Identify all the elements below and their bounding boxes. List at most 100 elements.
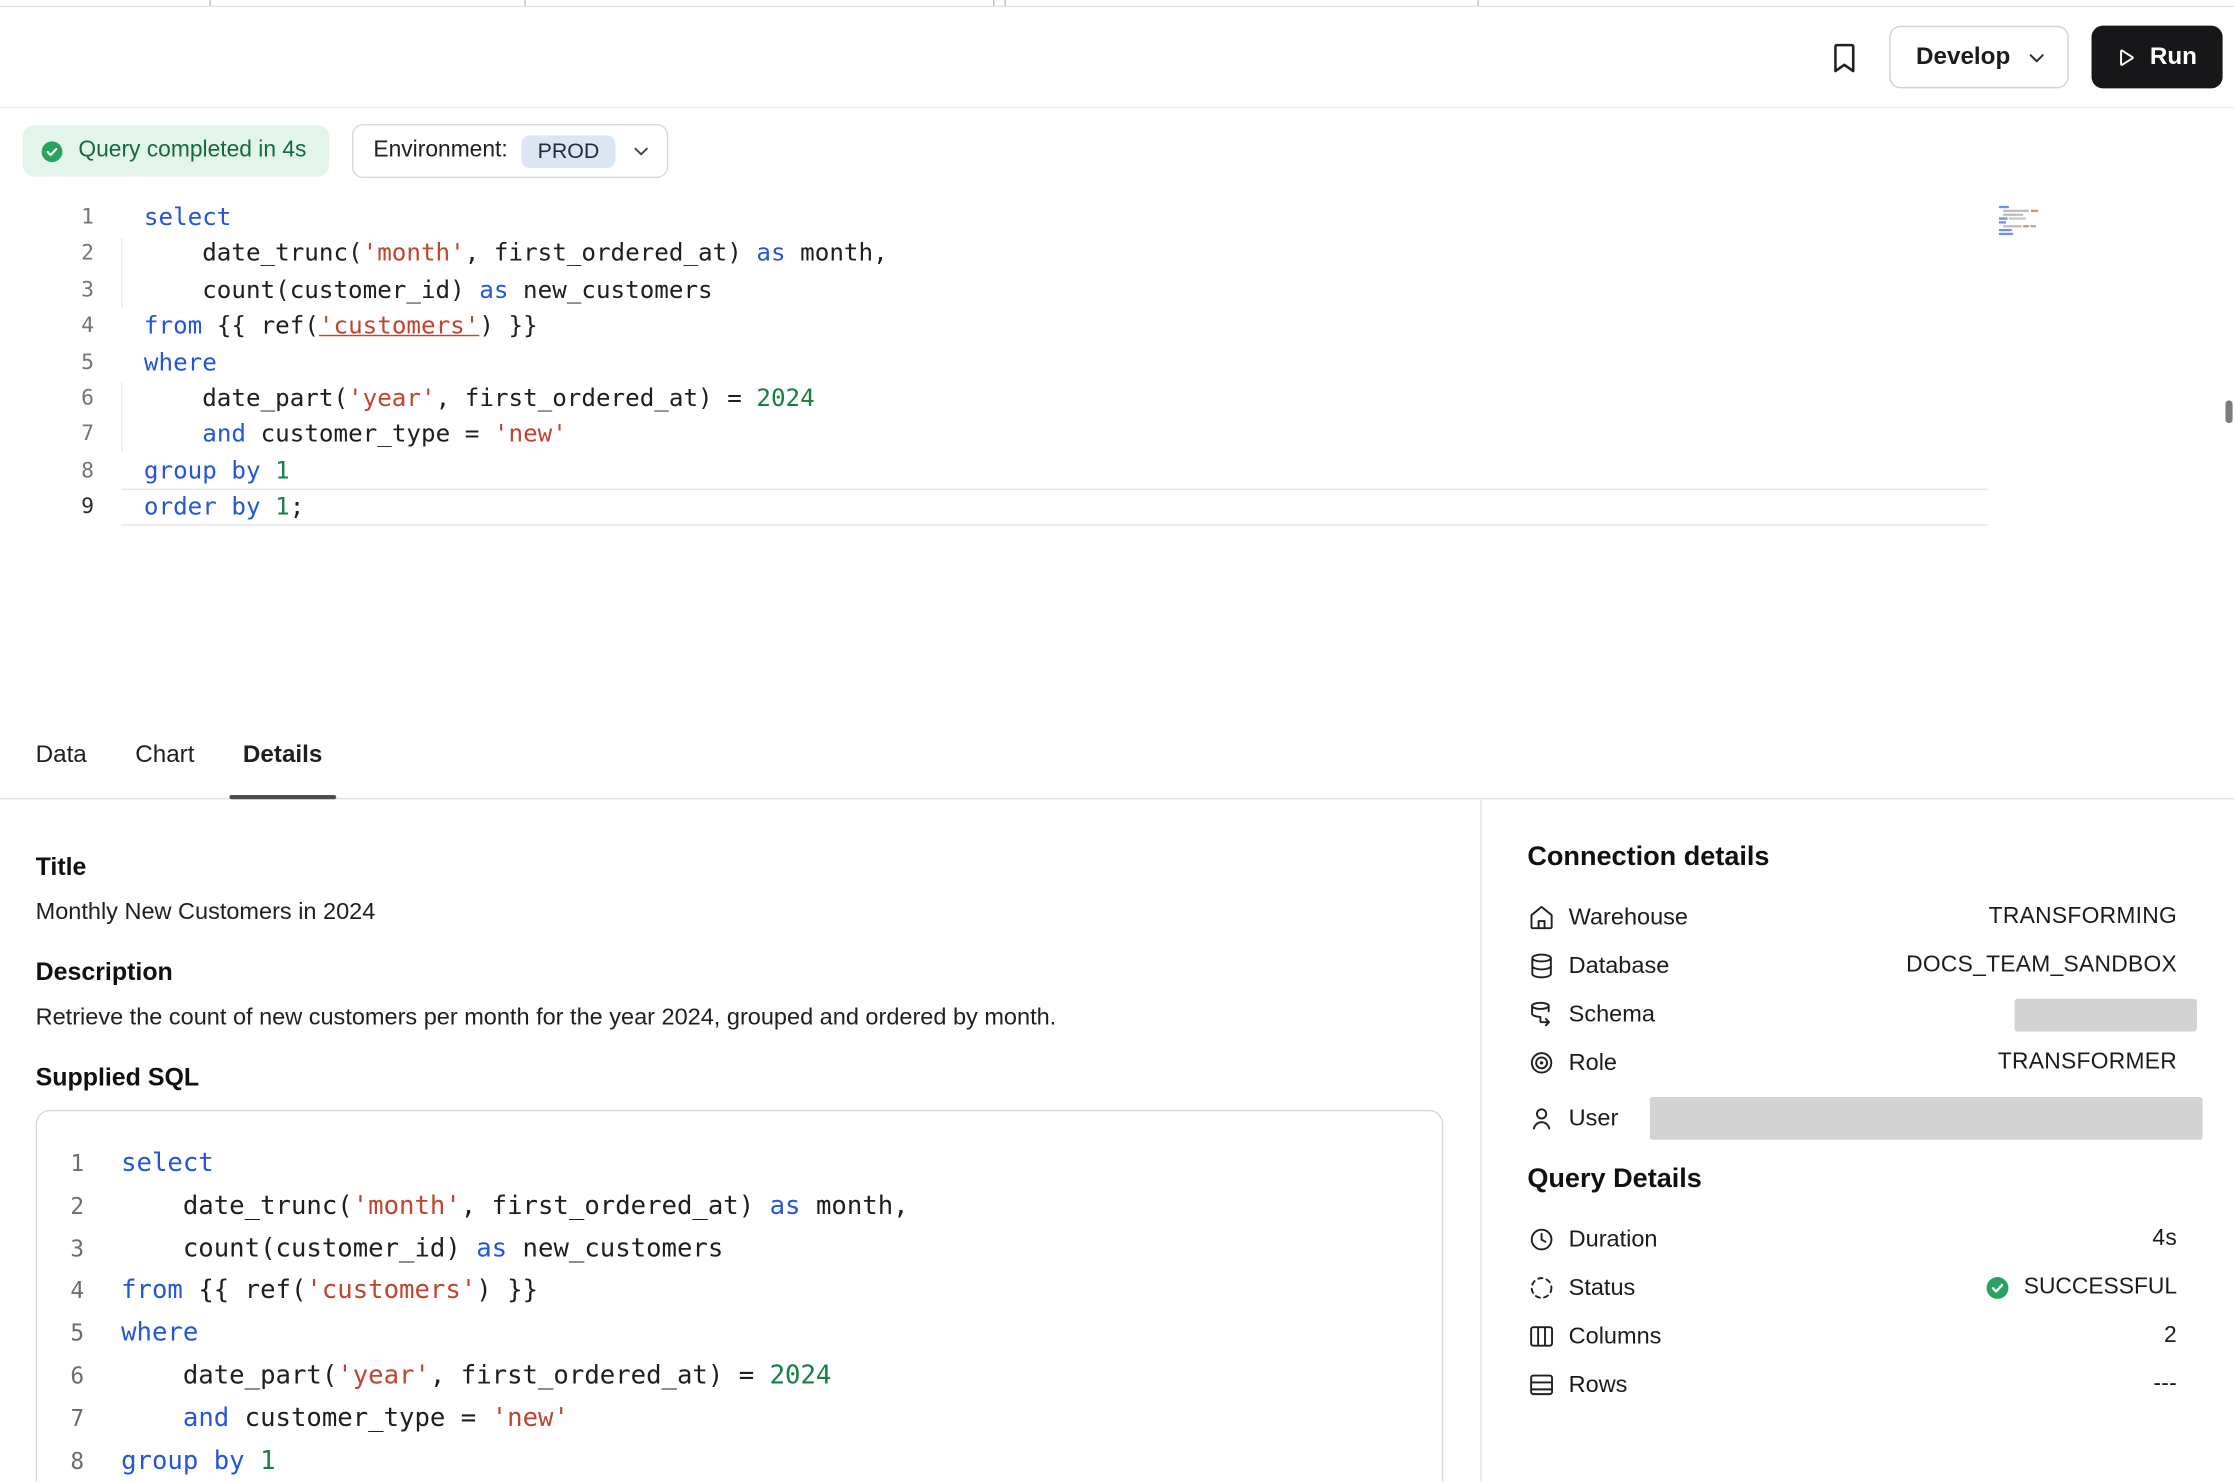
row-value: SUCCESSFUL [2024, 1275, 2177, 1301]
code-text: date_part('year', first_ordered_at) = 20… [121, 1355, 831, 1397]
tab-divider [209, 0, 210, 6]
row-value: 4s [2152, 1227, 2177, 1253]
query-row-columns: Columns 2 [1527, 1312, 2177, 1360]
tab-divider [524, 0, 525, 6]
row-value: 2 [2164, 1324, 2177, 1350]
connection-row-role: Role TRANSFORMER [1527, 1039, 2177, 1087]
row-value: --- [2153, 1372, 2177, 1398]
query-row-rows: Rows --- [1527, 1361, 2177, 1409]
query-row-duration: Duration 4s [1527, 1215, 2177, 1263]
row-label: Schema [1569, 1001, 1655, 1028]
database-icon [1527, 952, 1555, 980]
code-line: 7 and customer_type = 'new' [37, 1397, 1442, 1439]
status-loader-icon [1527, 1274, 1555, 1302]
line-number: 1 [37, 1143, 84, 1185]
code-text: group by 1 [121, 453, 1987, 489]
code-line: 2 date_trunc('month', first_ordered_at) … [37, 1185, 1442, 1227]
title-heading: Title [36, 852, 1444, 882]
details-content: Title Monthly New Customers in 2024 Desc… [0, 799, 2234, 1481]
row-value: DOCS_TEAM_SANDBOX [1906, 953, 2177, 979]
supplied-sql-card: 1 select2 date_trunc('month', first_order… [36, 1110, 1444, 1482]
row-label: Columns [1569, 1323, 1662, 1350]
title-value: Monthly New Customers in 2024 [36, 899, 1444, 926]
code-line: 4from {{ ref('customers') }} [37, 1270, 1442, 1312]
code-line[interactable]: 6 date_part('year', first_ordered_at) = … [0, 380, 2234, 416]
code-line[interactable]: 9 order by 1; [0, 489, 2234, 525]
connection-row-user: User [1527, 1087, 2177, 1150]
schema-icon [1527, 1000, 1555, 1028]
line-number: 8 [37, 1440, 84, 1482]
check-circle-icon [38, 137, 65, 164]
code-text: where [121, 1312, 198, 1354]
line-number: 7 [0, 417, 94, 453]
row-value: TRANSFORMER [1998, 1050, 2177, 1076]
top-tab-strip [0, 0, 2234, 7]
code-text: count(customer_id) as new_customers [121, 1228, 723, 1270]
line-number: 8 [0, 453, 94, 489]
bookmark-icon [1827, 39, 1863, 75]
query-status-row: Query completed in 4s Environment: PROD [23, 124, 668, 178]
row-label: Status [1569, 1274, 1636, 1301]
environment-badge: PROD [522, 135, 615, 168]
environment-selector[interactable]: Environment: PROD [352, 124, 668, 178]
redacted-value [1650, 1097, 2203, 1140]
code-line[interactable]: 3 count(customer_id) as new_customers [0, 272, 2234, 308]
line-number: 4 [0, 308, 94, 344]
line-number: 6 [37, 1355, 84, 1397]
code-text: group by 1 [121, 1440, 275, 1482]
play-icon [2111, 43, 2138, 70]
query-details-heading: Query Details [1527, 1164, 2177, 1195]
tab-chart[interactable]: Chart [135, 712, 194, 797]
connection-row-warehouse: Warehouse TRANSFORMING [1527, 893, 2177, 941]
line-number: 5 [0, 344, 94, 380]
line-number: 2 [0, 236, 94, 272]
code-text: date_part('year', first_ordered_at) = 20… [121, 380, 1987, 416]
clock-icon [1527, 1225, 1555, 1253]
code-line: 6 date_part('year', first_ordered_at) = … [37, 1355, 1442, 1397]
code-line: 1 select [37, 1143, 1442, 1185]
row-label: Database [1569, 952, 1670, 979]
code-text: order by 1; [121, 489, 1987, 525]
line-number: 9 [0, 489, 94, 525]
row-label: User [1569, 1105, 1619, 1132]
query-status-text: Query completed in 4s [78, 138, 306, 164]
row-label: Rows [1569, 1371, 1628, 1398]
scrollbar-thumb[interactable] [2225, 400, 2232, 423]
run-button[interactable]: Run [2091, 26, 2222, 89]
develop-label: Develop [1916, 43, 2010, 71]
row-value: TRANSFORMING [1989, 905, 2177, 931]
code-line[interactable]: 5where [0, 344, 2234, 380]
chevron-down-icon [2025, 45, 2049, 69]
code-line[interactable]: 2 date_trunc('month', first_ordered_at) … [0, 236, 2234, 272]
tab-details[interactable]: Details [243, 712, 322, 797]
indent-guide [121, 382, 122, 452]
line-number: 1 [0, 199, 94, 235]
code-text: count(customer_id) as new_customers [121, 272, 1987, 308]
code-line[interactable]: 7 and customer_type = 'new' [0, 417, 2234, 453]
connection-details-heading: Connection details [1527, 842, 2177, 873]
supplied-sql-code: 1 select2 date_trunc('month', first_order… [37, 1143, 1442, 1482]
code-line: 8 group by 1 [37, 1440, 1442, 1482]
develop-menu-button[interactable]: Develop [1889, 26, 2069, 89]
query-metadata-panel: Title Monthly New Customers in 2024 Desc… [0, 799, 1482, 1481]
tab-divider [1004, 0, 1005, 6]
description-value: Retrieve the count of new customers per … [36, 1004, 1444, 1031]
toolbar: Develop Run [0, 7, 2234, 108]
status-value: SUCCESSFUL [1984, 1274, 2177, 1302]
tab-divider [1477, 0, 1478, 6]
code-line[interactable]: 1 select [0, 199, 2234, 235]
code-line[interactable]: 4from {{ ref('customers') }} [0, 308, 2234, 344]
rows-icon [1527, 1371, 1555, 1399]
tab-data[interactable]: Data [36, 712, 87, 797]
code-text: date_trunc('month', first_ordered_at) as… [121, 236, 1987, 272]
bookmark-button[interactable] [1815, 27, 1875, 87]
code-text: select [121, 1143, 214, 1185]
sql-editor[interactable]: 1select2 date_trunc('month', first_order… [0, 199, 2234, 701]
environment-label: Environment: [373, 138, 507, 164]
query-status-pill: Query completed in 4s [23, 125, 329, 176]
user-icon [1527, 1104, 1555, 1132]
code-text: select [121, 199, 1987, 235]
code-line[interactable]: 8 group by 1 [0, 453, 2234, 489]
minimap[interactable] [1995, 204, 2095, 237]
editor-code[interactable]: 1select2 date_trunc('month', first_order… [0, 199, 2234, 525]
